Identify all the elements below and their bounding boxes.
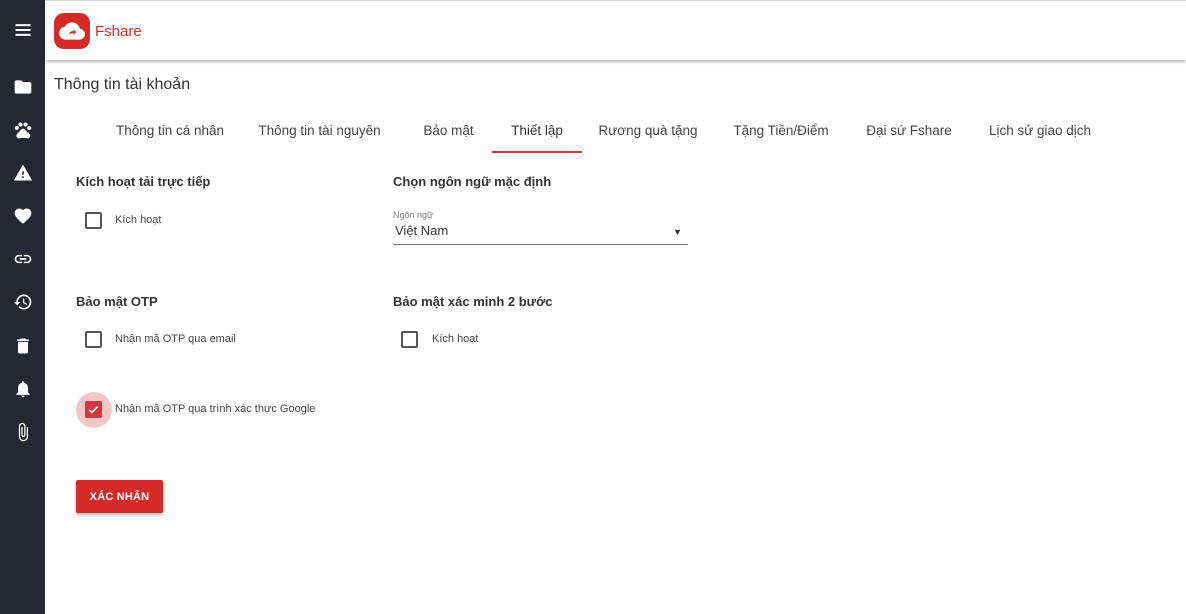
tab-gift-chest[interactable]: Rương quà tặng [582,110,714,153]
tab-fshare-ambassador[interactable]: Đại sứ Fshare [848,110,970,153]
paperclip-icon[interactable] [0,417,45,447]
checkmark-icon [88,405,99,414]
heart-icon[interactable] [0,201,45,231]
brand-name[interactable]: Fshare [95,23,142,40]
page-title: Thông tin tài khoản [54,76,191,93]
two-step-checkbox[interactable] [401,331,418,348]
link-icon[interactable] [0,244,45,274]
direct-download-title: Kích hoạt tải trực tiếp [76,174,211,189]
tab-transaction-history[interactable]: Lịch sử giao dịch [970,110,1110,153]
tab-personal-info[interactable]: Thông tin cá nhân [97,110,243,153]
otp-google-label: Nhận mã OTP qua trình xác thực Google [115,403,316,415]
language-field-label: Ngôn ngữ [393,210,434,220]
two-step-title: Bảo mật xác minh 2 bước [393,294,553,309]
dropdown-arrow-icon: ▼ [673,227,682,237]
trash-icon[interactable] [0,331,45,361]
otp-email-checkbox[interactable] [85,331,102,348]
confirm-button[interactable]: XÁC NHẬN [76,480,163,513]
language-select[interactable]: Ngôn ngữ Việt Nam ▼ [393,210,688,245]
folder-icon[interactable] [0,72,45,102]
paw-icon[interactable] [0,115,45,145]
otp-google-checkbox[interactable] [85,401,102,418]
history-icon[interactable] [0,287,45,317]
tab-gift-money-points[interactable]: Tặng Tiền/Điểm [714,110,848,153]
direct-download-label: Kích hoạt [115,214,162,226]
warning-icon[interactable] [0,158,45,188]
otp-title: Bảo mật OTP [76,294,158,309]
tab-security[interactable]: Bảo mật [396,110,501,153]
language-value: Việt Nam [395,223,449,238]
tab-settings[interactable]: Thiết lập [492,110,582,153]
otp-email-label: Nhận mã OTP qua email [115,333,236,345]
top-bar: Fshare [45,0,1186,60]
menu-icon[interactable] [0,15,45,45]
tab-resource-info[interactable]: Thông tin tài nguyên [243,110,396,153]
language-title: Chọn ngôn ngữ mặc định [393,174,552,189]
two-step-label: Kích hoạt [432,333,479,345]
sidebar [0,0,45,614]
bell-icon[interactable] [0,374,45,404]
direct-download-checkbox[interactable] [85,212,102,229]
cloud-upload-icon[interactable] [54,13,90,49]
